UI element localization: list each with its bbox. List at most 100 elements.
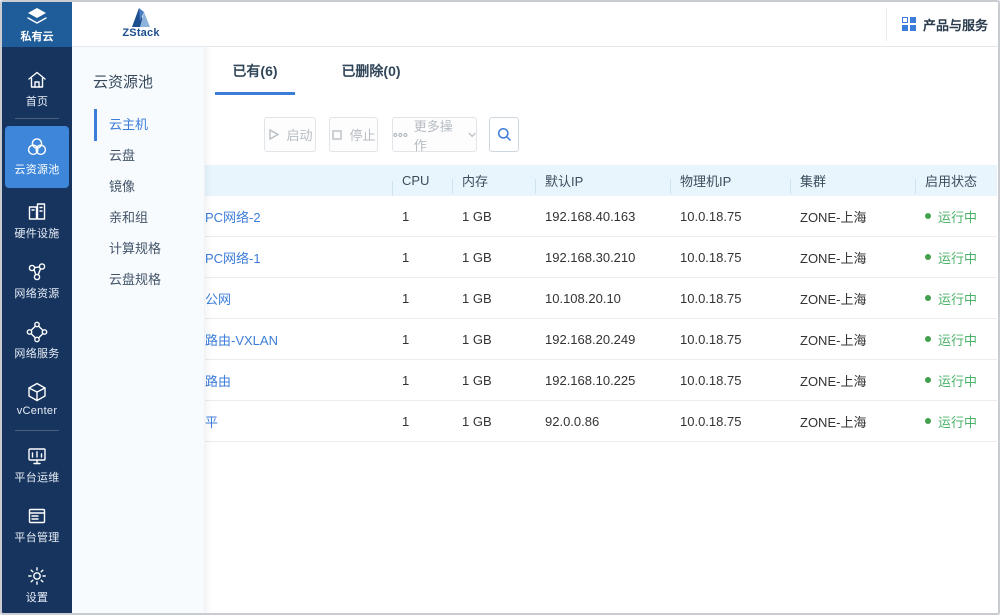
sidebar-item-platform-management[interactable]: 平台管理 (5, 498, 69, 554)
vm-cpu: 1 (392, 209, 452, 224)
start-button[interactable]: 启动 (264, 117, 316, 152)
column-default-ip: 默认IP (535, 171, 670, 190)
panel-item-instance-offering[interactable]: 计算规格 (109, 234, 161, 264)
vm-default-ip: 192.168.10.225 (535, 373, 670, 388)
table-row[interactable]: PC网络-1 1 1 GB 192.168.30.210 10.0.18.75 … (205, 237, 997, 278)
vm-cpu: 1 (392, 414, 452, 429)
column-cluster: 集群 (790, 171, 915, 190)
home-icon (26, 69, 48, 91)
vm-default-ip: 192.168.20.249 (535, 332, 670, 347)
panel-item-affinity-group[interactable]: 亲和组 (109, 203, 148, 233)
app-window: 已有(6) 已删除(0) 云主机 启动 停止 (0, 0, 1000, 615)
cube-icon (26, 381, 48, 403)
search-icon (497, 127, 512, 142)
panel-item-vm[interactable]: 云主机 (109, 110, 148, 140)
vm-name-link[interactable]: 路由 (205, 371, 392, 390)
sidebar-item-label: vCenter (5, 405, 69, 417)
hardware-icon (26, 201, 48, 223)
vm-cluster: ZONE-上海 (790, 248, 915, 267)
search-button[interactable] (489, 117, 519, 152)
sidebar-item-label: 网络资源 (5, 285, 69, 301)
vm-cluster: ZONE-上海 (790, 371, 915, 390)
vm-name-link[interactable]: PC网络-2 (205, 207, 392, 226)
products-services-label: 产品与服务 (923, 15, 988, 34)
stop-button[interactable]: 停止 (329, 117, 378, 152)
vm-default-ip: 92.0.0.86 (535, 414, 670, 429)
sidebar-item-home[interactable]: 首页 (5, 62, 69, 118)
tab-existing[interactable]: 已有(6) (215, 47, 295, 95)
sidebar-item-resource-pool[interactable]: 云资源池 (5, 126, 69, 188)
vm-cluster: ZONE-上海 (790, 330, 915, 349)
sidebar-item-network-resource[interactable]: 网络资源 (5, 254, 69, 310)
status-badge: 运行中 (925, 371, 997, 390)
sidebar-item-settings[interactable]: 设置 (5, 558, 69, 614)
status-dot-icon (925, 295, 931, 301)
sidebar-item-label: 平台管理 (5, 529, 69, 545)
sidebar-item-label: 硬件设施 (5, 225, 69, 241)
vm-name-link[interactable]: PC网络-1 (205, 248, 392, 267)
vm-host-ip: 10.0.18.75 (670, 250, 790, 265)
grid-icon (902, 17, 916, 31)
sidebar-divider (15, 118, 59, 119)
vm-host-ip: 10.0.18.75 (670, 209, 790, 224)
status-dot-icon (925, 377, 931, 383)
main-content: 已有(6) 已删除(0) 云主机 启动 停止 (72, 47, 1000, 615)
resource-pool-icon (25, 135, 49, 159)
sidebar-item-label: 云资源池 (5, 161, 69, 177)
sidebar-divider (15, 430, 59, 431)
vm-cluster: ZONE-上海 (790, 207, 915, 226)
vm-name-link[interactable]: 平 (205, 412, 392, 431)
vm-name-link[interactable]: 路由-VXLAN (205, 330, 392, 349)
vm-cluster: ZONE-上海 (790, 412, 915, 431)
private-cloud-button[interactable]: 私有云 (2, 2, 72, 47)
sidebar-item-label: 设置 (5, 589, 69, 605)
table-header-row: CPU 内存 默认IP 物理机IP 集群 启用状态 (205, 165, 997, 196)
vm-table: CPU 内存 默认IP 物理机IP 集群 启用状态 PC网络-2 1 1 GB … (205, 165, 997, 442)
table-row[interactable]: 平 1 1 GB 92.0.0.86 10.0.18.75 ZONE-上海 运行… (205, 401, 997, 442)
window-icon (26, 505, 48, 527)
vm-cpu: 1 (392, 250, 452, 265)
sidebar-item-vcenter[interactable]: vCenter (5, 374, 69, 430)
vm-cluster: ZONE-上海 (790, 289, 915, 308)
network-service-icon (26, 321, 48, 343)
resource-pool-flyout-panel: 云资源池 云主机 云盘 镜像 亲和组 计算规格 云盘规格 (72, 47, 205, 615)
private-cloud-label: 私有云 (2, 28, 72, 44)
sidebar-item-network-service[interactable]: 网络服务 (5, 314, 69, 370)
panel-title: 云资源池 (93, 71, 153, 92)
products-services-button[interactable]: 产品与服务 (902, 15, 988, 34)
stop-icon (331, 129, 343, 141)
tab-deleted[interactable]: 已删除(0) (330, 47, 412, 95)
status-badge: 运行中 (925, 289, 997, 308)
ellipsis-icon (393, 131, 408, 139)
column-cpu: CPU (392, 173, 452, 188)
layers-icon (24, 6, 50, 28)
status-dot-icon (925, 213, 931, 219)
vm-memory: 1 GB (452, 209, 535, 224)
stop-label: 停止 (349, 125, 375, 144)
table-row[interactable]: PC网络-2 1 1 GB 192.168.40.163 10.0.18.75 … (205, 196, 997, 237)
status-badge: 运行中 (925, 207, 997, 226)
vm-host-ip: 10.0.18.75 (670, 291, 790, 306)
sidebar-item-platform-ops[interactable]: 平台运维 (5, 438, 69, 494)
vm-cpu: 1 (392, 291, 452, 306)
sidebar-item-hardware[interactable]: 硬件设施 (5, 194, 69, 250)
vm-memory: 1 GB (452, 414, 535, 429)
vm-name-link[interactable]: 公网 (205, 289, 392, 308)
more-actions-label: 更多操作 (414, 116, 462, 154)
column-host-ip: 物理机IP (670, 171, 790, 190)
play-icon (267, 128, 280, 141)
vm-cpu: 1 (392, 373, 452, 388)
table-row[interactable]: 路由 1 1 GB 192.168.10.225 10.0.18.75 ZONE… (205, 360, 997, 401)
vm-memory: 1 GB (452, 250, 535, 265)
vm-host-ip: 10.0.18.75 (670, 414, 790, 429)
panel-item-image[interactable]: 镜像 (109, 172, 135, 202)
zstack-logo[interactable]: ZStack (112, 5, 170, 39)
more-actions-button[interactable]: 更多操作 (392, 117, 477, 152)
table-row[interactable]: 路由-VXLAN 1 1 GB 192.168.20.249 10.0.18.7… (205, 319, 997, 360)
vm-default-ip: 10.108.20.10 (535, 291, 670, 306)
vm-memory: 1 GB (452, 291, 535, 306)
panel-item-volume[interactable]: 云盘 (109, 141, 135, 171)
table-row[interactable]: 公网 1 1 GB 10.108.20.10 10.0.18.75 ZONE-上… (205, 278, 997, 319)
vm-host-ip: 10.0.18.75 (670, 332, 790, 347)
panel-item-disk-offering[interactable]: 云盘规格 (109, 265, 161, 295)
